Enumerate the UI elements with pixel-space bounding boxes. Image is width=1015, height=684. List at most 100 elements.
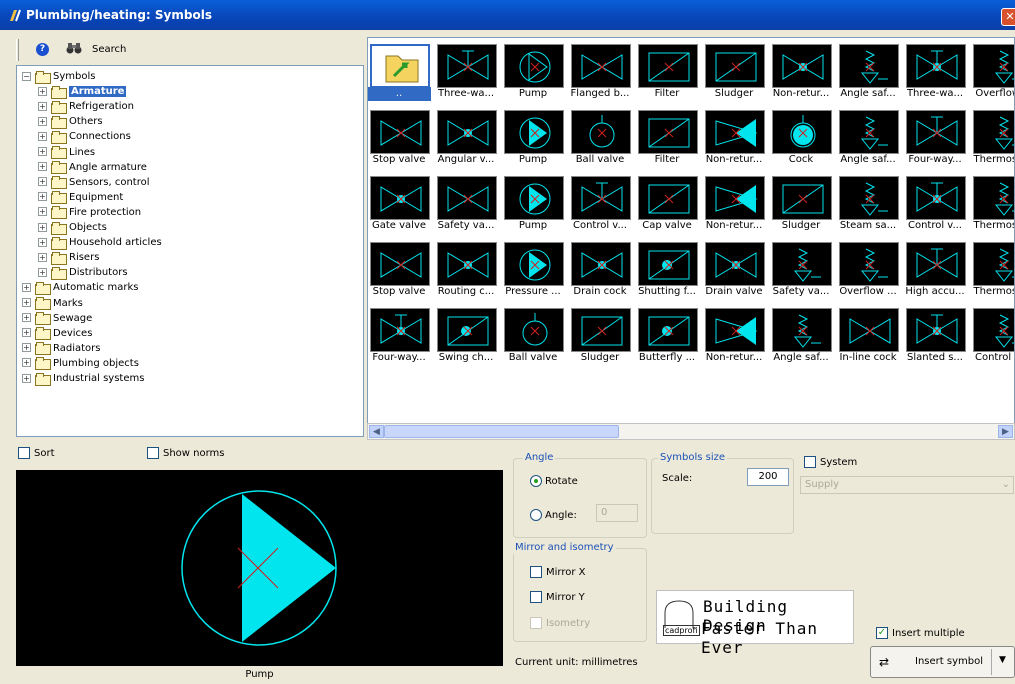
tree-node[interactable]: + Automatic marks xyxy=(22,280,138,295)
symbol-cell[interactable]: Four-way... xyxy=(368,304,431,366)
system-select[interactable]: Supply ⌄ xyxy=(800,476,1014,494)
expand-icon[interactable]: + xyxy=(22,328,31,338)
symbol-thumbnail[interactable] xyxy=(437,110,497,154)
symbol-cell[interactable]: Ball valve xyxy=(501,304,565,366)
symbol-thumbnail[interactable] xyxy=(772,44,832,88)
tree-node[interactable]: + Objects xyxy=(38,220,107,235)
chevron-down-icon[interactable]: ⌄ xyxy=(1002,477,1010,493)
dropdown-arrow-icon[interactable]: ▼ xyxy=(999,655,1006,665)
tree-node[interactable]: + Industrial systems xyxy=(22,371,144,386)
symbol-thumbnail[interactable] xyxy=(571,242,631,286)
symbol-cell[interactable]: Shutting f... xyxy=(635,238,699,300)
symbol-thumbnail[interactable] xyxy=(839,242,899,286)
symbol-thumbnail[interactable] xyxy=(906,308,966,352)
symbol-cell[interactable]: Control v... xyxy=(970,304,1014,366)
tree-node[interactable]: + Plumbing objects xyxy=(22,356,139,371)
symbol-cell[interactable]: Non-retur... xyxy=(702,304,766,366)
symbol-thumbnail[interactable] xyxy=(906,110,966,154)
insert-symbol-button[interactable]: ⇄ Insert symbol ▼ xyxy=(870,646,1015,678)
symbol-thumbnail[interactable] xyxy=(504,44,564,88)
symbol-cell[interactable]: Stop valve xyxy=(368,238,431,300)
symbol-cell[interactable]: Drain cock xyxy=(568,238,632,300)
show-norms-checkbox-box[interactable] xyxy=(147,447,159,459)
symbol-thumbnail[interactable] xyxy=(504,308,564,352)
symbol-thumbnail[interactable] xyxy=(571,176,631,220)
system-checkbox[interactable]: System xyxy=(804,456,857,469)
symbol-cell[interactable]: Pressure ... xyxy=(501,238,565,300)
mirror-x-checkbox[interactable]: Mirror X xyxy=(530,566,586,579)
category-tree[interactable]: − Symbols + Armature + Refrigeration + Others + C… xyxy=(16,65,364,437)
symbol-cell[interactable]: Thermost... xyxy=(970,106,1014,168)
symbol-thumbnail[interactable] xyxy=(571,308,631,352)
scroll-left-icon[interactable]: ◀ xyxy=(369,425,384,438)
mirror-y-box[interactable] xyxy=(530,591,542,603)
symbol-cell[interactable]: Non-retur... xyxy=(702,172,766,234)
symbol-cell[interactable]: Four-way... xyxy=(903,106,967,168)
tree-node[interactable]: + Armature xyxy=(38,84,127,99)
symbol-cell[interactable]: Cock xyxy=(769,106,833,168)
symbol-cell[interactable]: Sludger xyxy=(769,172,833,234)
symbol-thumbnail[interactable] xyxy=(504,242,564,286)
scale-field[interactable]: 200 xyxy=(747,468,789,486)
expand-icon[interactable]: + xyxy=(38,252,47,262)
horizontal-scrollbar[interactable]: ◀ ▶ xyxy=(367,423,1015,440)
symbol-cell[interactable]: Overflow ... xyxy=(836,238,900,300)
symbol-thumbnail[interactable] xyxy=(370,110,430,154)
symbol-cell[interactable]: Swing ch... xyxy=(434,304,498,366)
expand-icon[interactable]: + xyxy=(22,343,31,353)
symbol-thumbnail[interactable] xyxy=(370,176,430,220)
symbol-cell[interactable]: Three-wa... xyxy=(434,40,498,102)
symbol-thumbnail[interactable] xyxy=(772,308,832,352)
symbol-cell[interactable]: Angular v... xyxy=(434,106,498,168)
tree-node[interactable]: + Sensors, control xyxy=(38,175,150,190)
close-icon[interactable]: ✕ xyxy=(1001,8,1015,26)
angle-radio-button[interactable] xyxy=(530,509,542,521)
tree-node[interactable]: + Equipment xyxy=(38,190,123,205)
tree-node[interactable]: + Devices xyxy=(22,326,92,341)
expand-icon[interactable]: + xyxy=(38,192,47,202)
symbol-thumbnail[interactable] xyxy=(973,308,1014,352)
symbol-grid[interactable]: .. Three-wa... Pump Flanged b... Filter Sludg… xyxy=(367,37,1015,432)
symbol-thumbnail[interactable] xyxy=(973,176,1014,220)
symbol-cell[interactable]: Angle saf... xyxy=(836,40,900,102)
symbol-thumbnail[interactable] xyxy=(705,176,765,220)
collapse-icon[interactable]: − xyxy=(22,71,31,81)
symbol-thumbnail[interactable] xyxy=(437,44,497,88)
symbol-thumbnail[interactable] xyxy=(705,242,765,286)
symbol-thumbnail[interactable] xyxy=(705,44,765,88)
sort-checkbox[interactable]: Sort xyxy=(18,447,55,460)
symbol-cell[interactable]: Cap valve xyxy=(635,172,699,234)
angle-radio[interactable]: Angle: xyxy=(530,509,577,522)
symbol-cell[interactable]: Sludger xyxy=(568,304,632,366)
symbol-thumbnail[interactable] xyxy=(772,242,832,286)
symbol-cell[interactable]: Slanted s... xyxy=(903,304,967,366)
symbol-thumbnail[interactable] xyxy=(839,308,899,352)
tree-node[interactable]: + Lines xyxy=(38,145,95,160)
symbol-thumbnail[interactable] xyxy=(437,176,497,220)
symbol-thumbnail[interactable] xyxy=(705,110,765,154)
symbol-cell[interactable]: Pump xyxy=(501,106,565,168)
expand-icon[interactable]: + xyxy=(22,298,31,307)
symbol-cell[interactable]: Safety va... xyxy=(769,238,833,300)
symbol-cell[interactable]: Routing c... xyxy=(434,238,498,300)
symbol-cell[interactable]: Filter xyxy=(635,106,699,168)
expand-icon[interactable]: + xyxy=(38,86,47,96)
tree-node[interactable]: + Risers xyxy=(38,250,99,265)
symbol-thumbnail[interactable] xyxy=(504,176,564,220)
expand-icon[interactable]: + xyxy=(38,147,47,156)
tree-node[interactable]: + Radiators xyxy=(22,341,100,356)
symbol-thumbnail[interactable] xyxy=(839,44,899,88)
symbol-thumbnail[interactable] xyxy=(705,308,765,352)
symbol-thumbnail[interactable] xyxy=(839,176,899,220)
tree-node[interactable]: + Refrigeration xyxy=(38,99,134,114)
symbol-cell[interactable]: Overflow... xyxy=(970,40,1014,102)
symbol-cell[interactable]: Non-retur... xyxy=(769,40,833,102)
tree-node[interactable]: + Fire protection xyxy=(38,205,141,220)
symbol-thumbnail[interactable] xyxy=(906,44,966,88)
tree-node[interactable]: + Others xyxy=(38,114,103,129)
insert-multiple-checkbox[interactable]: ✓ Insert multiple xyxy=(876,627,965,640)
symbol-cell[interactable]: Gate valve xyxy=(368,172,431,234)
symbol-thumbnail[interactable] xyxy=(906,242,966,286)
search-button[interactable]: Search xyxy=(92,44,126,55)
symbol-cell[interactable]: Thermost... xyxy=(970,172,1014,234)
